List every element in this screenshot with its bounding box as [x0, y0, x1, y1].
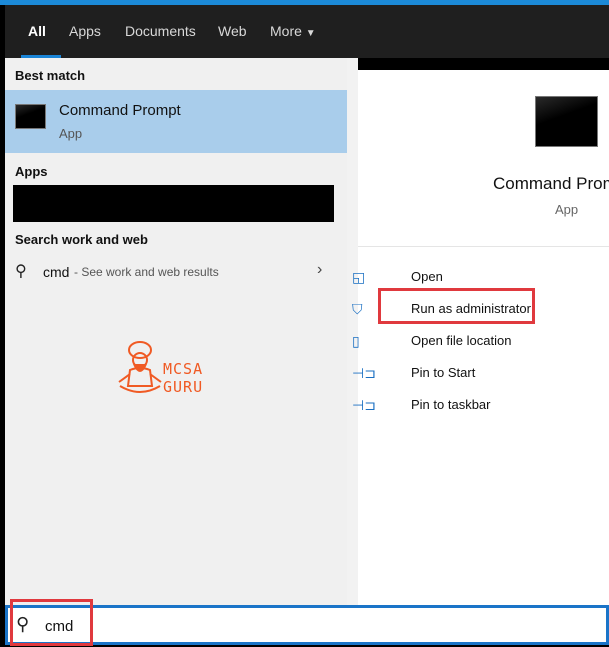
shield-icon: ⛉	[352, 301, 363, 317]
redacted-app-item[interactable]	[13, 185, 334, 222]
best-match-heading: Best match	[15, 68, 86, 83]
action-label: Pin to taskbar	[411, 397, 491, 412]
watermark-logo: MCSA GURU	[115, 338, 245, 398]
command-prompt-icon	[15, 104, 46, 129]
tab-more[interactable]: More ▼	[270, 23, 316, 39]
search-box[interactable]: ⚲ cmd	[5, 605, 609, 645]
web-result-query: cmd	[43, 264, 70, 280]
action-open[interactable]: ◱ Open	[352, 269, 443, 285]
annotation-highlight-box	[378, 288, 535, 324]
search-tabs-bar: All Apps Documents Web More ▼	[5, 5, 609, 58]
divider	[358, 246, 609, 247]
action-open-file-location[interactable]: ▯ Open file location	[352, 333, 512, 349]
best-match-subtitle: App	[59, 126, 83, 141]
action-pin-to-start[interactable]: ⊣⊐ Pin to Start	[352, 365, 476, 381]
tab-web[interactable]: Web	[218, 23, 247, 39]
action-label: Open	[411, 269, 443, 284]
pin-icon: ⊣⊐	[352, 397, 376, 413]
pin-icon: ⊣⊐	[352, 365, 376, 381]
chevron-right-icon: ›	[317, 261, 323, 278]
tab-more-label: More	[270, 23, 302, 39]
action-label: Open file location	[411, 333, 512, 348]
web-result-suffix: - See work and web results	[74, 265, 219, 279]
results-panel: Best match Command Prompt App Apps Searc…	[5, 58, 347, 605]
tab-all[interactable]: All	[28, 23, 46, 39]
best-match-title: Command Prompt	[59, 102, 181, 119]
details-subtitle: App	[555, 202, 579, 217]
tab-apps[interactable]: Apps	[69, 23, 101, 39]
watermark-text: MCSA GURU	[163, 360, 204, 396]
action-pin-to-taskbar[interactable]: ⊣⊐ Pin to taskbar	[352, 397, 491, 413]
action-label: Pin to Start	[411, 365, 476, 380]
panel-divider	[347, 58, 358, 605]
apps-heading: Apps	[15, 164, 48, 179]
search-icon: ⚲	[15, 263, 27, 280]
details-panel: Command Prompt App ◱Open ⛉Run as adminis…	[352, 70, 609, 605]
file-location-icon: ▯	[352, 333, 360, 349]
caret-down-icon: ▼	[305, 28, 316, 39]
web-result-item[interactable]: ⚲ cmd - See work and web results ›	[5, 256, 347, 290]
best-match-item[interactable]: Command Prompt App	[5, 90, 347, 153]
guru-figure-icon	[118, 341, 162, 393]
search-web-heading: Search work and web	[15, 232, 148, 247]
command-prompt-large-icon	[535, 96, 598, 147]
details-title: Command Prompt	[493, 174, 609, 193]
open-icon: ◱	[352, 269, 366, 285]
tab-documents[interactable]: Documents	[125, 23, 196, 39]
annotation-highlight-box	[10, 599, 93, 646]
